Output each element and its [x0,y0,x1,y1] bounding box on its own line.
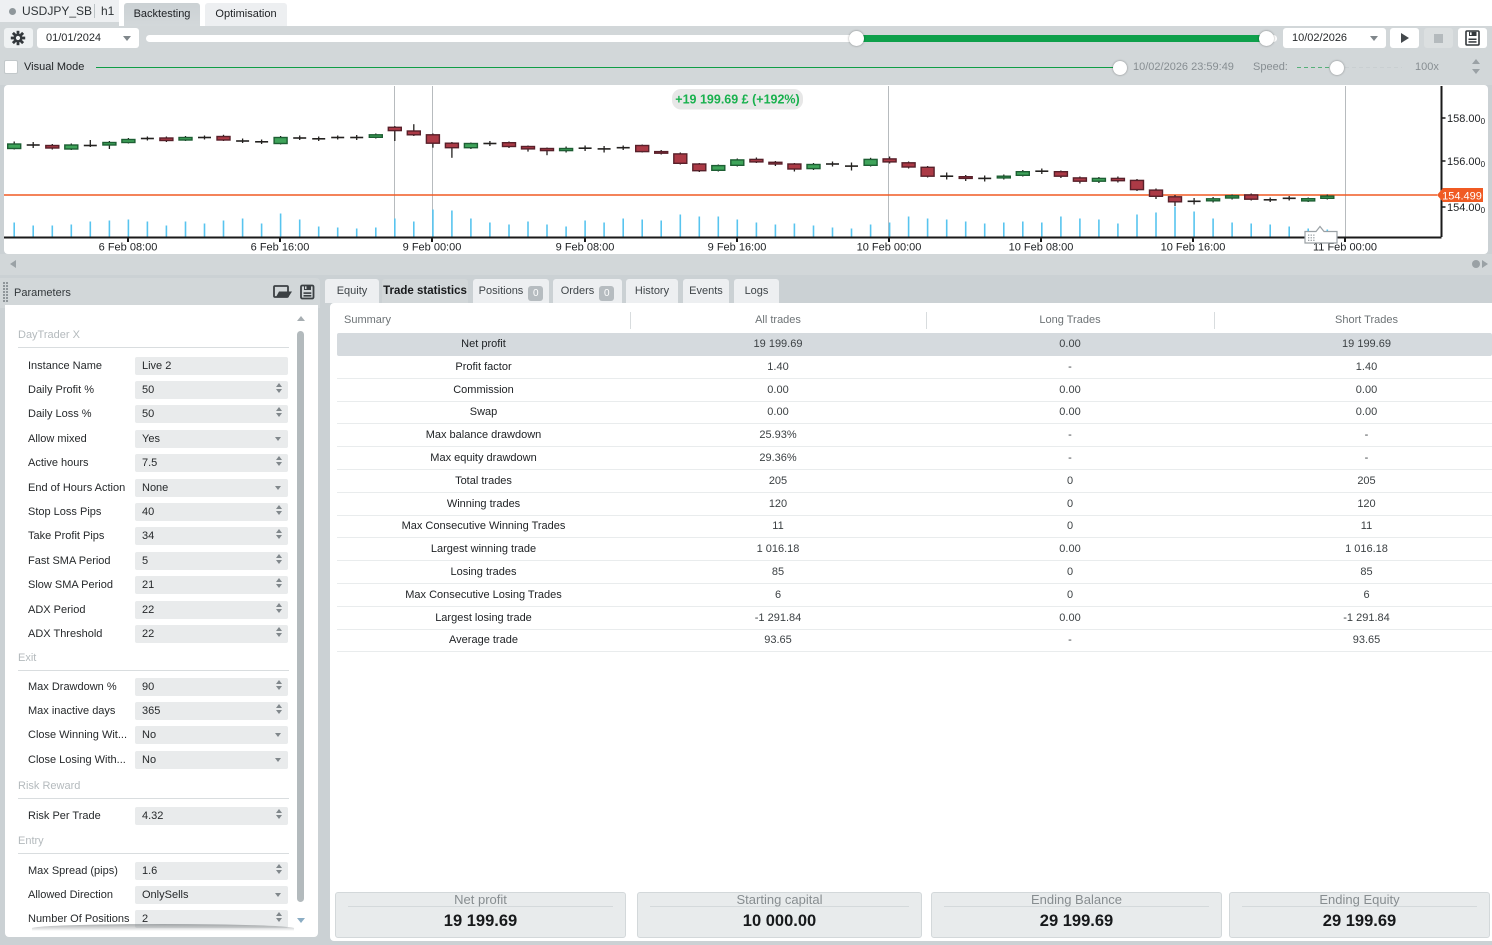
svg-text:9 Feb 08:00: 9 Feb 08:00 [556,242,615,254]
svg-text:6 Feb 16:00: 6 Feb 16:00 [251,242,310,254]
svg-text:9 Feb 00:00: 9 Feb 00:00 [403,242,462,254]
svg-text:9 Feb 16:00: 9 Feb 16:00 [708,242,767,254]
svg-text:158.000: 158.000 [1447,113,1486,126]
svg-text:10 Feb 08:00: 10 Feb 08:00 [1009,242,1074,254]
svg-text:+19 199.69 £ (+192%): +19 199.69 £ (+192%) [675,93,799,107]
svg-text:6 Feb 08:00: 6 Feb 08:00 [99,242,158,254]
svg-text:154.499: 154.499 [1442,191,1482,203]
svg-text:154.000: 154.000 [1447,202,1486,215]
svg-text:156.000: 156.000 [1447,156,1486,169]
svg-text:10 Feb 00:00: 10 Feb 00:00 [857,242,922,254]
svg-text:10 Feb 16:00: 10 Feb 16:00 [1161,242,1226,254]
